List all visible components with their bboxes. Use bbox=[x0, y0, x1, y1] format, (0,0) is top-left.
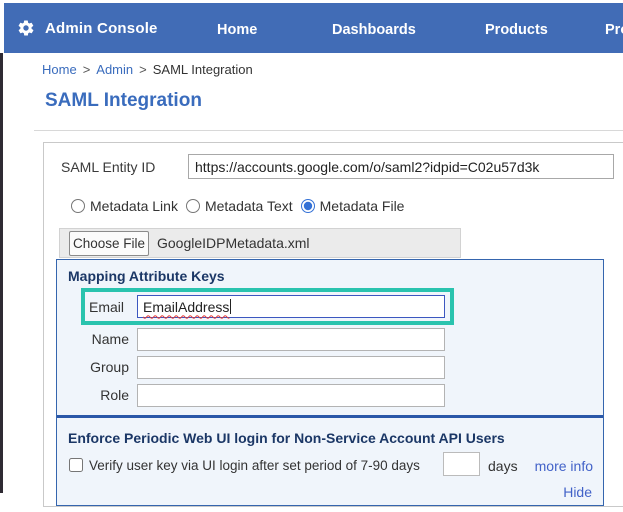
breadcrumb-separator: > bbox=[83, 62, 91, 77]
days-input[interactable] bbox=[443, 452, 480, 476]
group-label: Group bbox=[57, 356, 129, 379]
saml-form-panel: SAML Entity ID Metadata Link Metadata Te… bbox=[43, 142, 623, 507]
enforce-section: Enforce Periodic Web UI login for Non-Se… bbox=[57, 415, 603, 505]
top-navbar: Admin Console Home Dashboards Products P… bbox=[4, 3, 623, 53]
breadcrumb-separator: > bbox=[139, 62, 147, 77]
email-row-highlight: Email EmailAddress bbox=[81, 288, 454, 325]
text-caret bbox=[230, 299, 231, 314]
radio-metadata-file[interactable]: Metadata File bbox=[301, 198, 405, 214]
entity-id-label: SAML Entity ID bbox=[61, 159, 155, 175]
email-input-value: EmailAddress bbox=[143, 299, 229, 315]
nav-item-products[interactable]: Products bbox=[485, 22, 548, 38]
metadata-text-label: Metadata Text bbox=[205, 198, 293, 214]
brand[interactable]: Admin Console bbox=[17, 19, 158, 37]
role-label: Role bbox=[57, 384, 129, 407]
header-divider bbox=[34, 130, 623, 131]
group-input[interactable] bbox=[137, 356, 445, 379]
metadata-source-options: Metadata Link Metadata Text Metadata Fil… bbox=[71, 198, 412, 214]
breadcrumb-link-home[interactable]: Home bbox=[42, 62, 77, 77]
verify-key-checkbox[interactable] bbox=[69, 458, 83, 472]
mapping-and-enforce-panel: Mapping Attribute Keys Email EmailAddres… bbox=[56, 259, 604, 506]
window-edge bbox=[0, 53, 3, 493]
role-input[interactable] bbox=[137, 384, 445, 407]
nav-item-cutoff[interactable]: Pro bbox=[605, 22, 623, 38]
entity-id-input[interactable] bbox=[188, 154, 614, 179]
verify-key-label: Verify user key via UI login after set p… bbox=[89, 458, 420, 473]
name-label: Name bbox=[57, 328, 129, 351]
nav-item-dashboards[interactable]: Dashboards bbox=[332, 22, 416, 38]
nav-item-home[interactable]: Home bbox=[217, 22, 257, 38]
more-info-link[interactable]: more info bbox=[535, 458, 593, 474]
file-upload-field: Choose File GoogleIDPMetadata.xml bbox=[59, 228, 461, 258]
breadcrumb: Home > Admin > SAML Integration bbox=[42, 62, 253, 77]
enforce-heading: Enforce Periodic Web UI login for Non-Se… bbox=[68, 430, 505, 446]
name-input[interactable] bbox=[137, 328, 445, 351]
gear-icon bbox=[17, 19, 35, 37]
mapping-heading: Mapping Attribute Keys bbox=[68, 268, 225, 284]
breadcrumb-current: SAML Integration bbox=[153, 62, 253, 77]
uploaded-filename: GoogleIDPMetadata.xml bbox=[157, 235, 310, 251]
breadcrumb-link-admin[interactable]: Admin bbox=[96, 62, 133, 77]
days-suffix-label: days bbox=[488, 458, 518, 474]
email-input[interactable]: EmailAddress bbox=[137, 295, 445, 318]
brand-label: Admin Console bbox=[45, 20, 158, 37]
radio-metadata-link[interactable]: Metadata Link bbox=[71, 198, 178, 214]
radio-metadata-text[interactable]: Metadata Text bbox=[186, 198, 293, 214]
metadata-text-radio[interactable] bbox=[186, 199, 200, 213]
hide-link[interactable]: Hide bbox=[563, 484, 592, 500]
metadata-link-radio[interactable] bbox=[71, 199, 85, 213]
metadata-link-label: Metadata Link bbox=[90, 198, 178, 214]
email-label: Email bbox=[85, 299, 124, 315]
page-title: SAML Integration bbox=[45, 90, 202, 112]
metadata-file-radio[interactable] bbox=[301, 199, 315, 213]
choose-file-button[interactable]: Choose File bbox=[69, 231, 149, 256]
metadata-file-label: Metadata File bbox=[320, 198, 405, 214]
